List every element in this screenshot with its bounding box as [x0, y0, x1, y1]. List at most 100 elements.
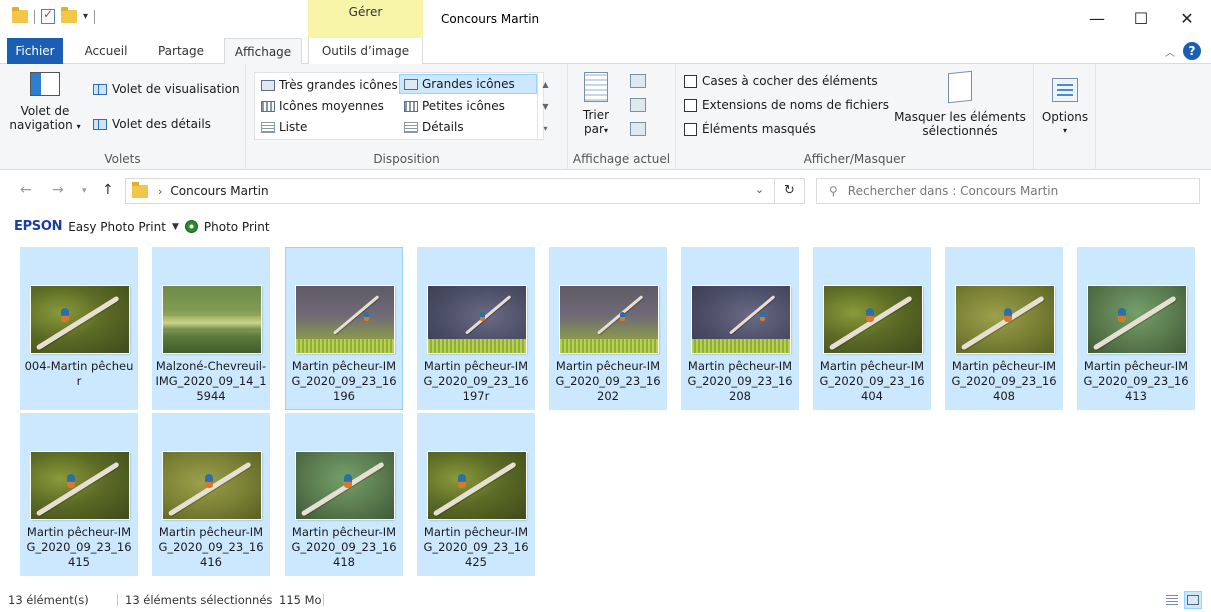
- file-item[interactable]: Martin pêcheur-IMG_2020_09_23_16415: [20, 413, 138, 576]
- layout-gallery-scroll[interactable]: ▲ ▼ ▾: [537, 73, 553, 139]
- breadcrumb-current[interactable]: Concours Martin: [170, 184, 268, 198]
- kingfisher-shape: [620, 312, 625, 321]
- file-item[interactable]: 004-Martin pêcheur: [20, 247, 138, 410]
- address-bar[interactable]: › Concours Martin ⌄ ↻: [125, 178, 805, 204]
- scroll-up-icon[interactable]: ▲: [542, 80, 548, 89]
- small-icons-icon: [404, 100, 418, 112]
- file-item[interactable]: Martin pêcheur-IMG_2020_09_23_16408: [945, 247, 1063, 410]
- close-button[interactable]: ✕: [1164, 0, 1210, 38]
- hide-selected-button[interactable]: Masquer les éléments sélectionnés: [890, 70, 1030, 138]
- layout-list[interactable]: Liste: [257, 117, 311, 137]
- group-panes-label: Volets: [104, 152, 141, 166]
- search-input[interactable]: ⚲ Rechercher dans : Concours Martin: [816, 178, 1200, 204]
- kingfisher-shape: [458, 474, 466, 488]
- easy-photo-print-button[interactable]: Easy Photo Print: [68, 220, 166, 234]
- tab-share[interactable]: Partage: [146, 38, 216, 64]
- file-item[interactable]: Martin pêcheur-IMG_2020_09_23_16416: [152, 413, 270, 576]
- preview-pane-button[interactable]: Volet de visualisation: [93, 82, 240, 96]
- file-extensions-option[interactable]: Extensions de noms de fichiers: [684, 98, 889, 112]
- help-icon[interactable]: ?: [1183, 42, 1201, 60]
- tab-view[interactable]: Affichage: [224, 38, 302, 65]
- branch-shape: [432, 461, 517, 517]
- maximize-button[interactable]: ☐: [1118, 0, 1164, 38]
- properties-icon[interactable]: [41, 7, 55, 24]
- image-thumbnail: [296, 286, 394, 353]
- epson-logo: EPSON: [14, 219, 63, 234]
- file-item[interactable]: Martin pêcheur-IMG_2020_09_23_16202: [549, 247, 667, 410]
- add-columns-icon[interactable]: [630, 98, 646, 112]
- file-name: Martin pêcheur-IMG_2020_09_23_16413: [1083, 359, 1189, 403]
- layout-extra-large-icons[interactable]: Très grandes icônes: [257, 75, 402, 95]
- hidden-items-label: Éléments masqués: [702, 122, 816, 136]
- group-by-icon[interactable]: [630, 74, 646, 88]
- refresh-icon[interactable]: ↻: [774, 179, 804, 203]
- address-dropdown-icon[interactable]: ⌄: [755, 183, 764, 196]
- details-view-button[interactable]: [1163, 591, 1181, 609]
- photo-print-button[interactable]: Photo Print: [204, 220, 270, 234]
- large-icons-view-icon: [1187, 595, 1199, 605]
- tab-file[interactable]: Fichier: [7, 38, 63, 64]
- file-explorer-window: ▾ Gérer Concours Martin — ☐ ✕ Fichier Ac…: [0, 0, 1211, 612]
- options-button[interactable]: Options ▾: [1038, 78, 1092, 138]
- file-item[interactable]: Martin pêcheur-IMG_2020_09_23_16418: [285, 413, 403, 576]
- size-columns-icon[interactable]: [630, 122, 646, 136]
- file-extensions-checkbox[interactable]: [684, 98, 697, 112]
- grass-shape: [296, 339, 394, 353]
- new-folder-icon[interactable]: [61, 7, 77, 23]
- image-thumbnail: [31, 286, 129, 353]
- navigation-pane-button[interactable]: Volet de navigation ▾: [6, 72, 84, 134]
- file-item[interactable]: Martin pêcheur-IMG_2020_09_23_16196: [285, 247, 403, 410]
- layout-details[interactable]: Détails: [400, 117, 468, 137]
- qat-separator: [94, 9, 96, 24]
- status-bar: 13 élément(s) 13 éléments sélectionnés 1…: [0, 588, 1211, 612]
- item-checkboxes-option[interactable]: Cases à cocher des éléments: [684, 74, 878, 88]
- grass-shape: [560, 339, 658, 353]
- hidden-items-option[interactable]: Éléments masqués: [684, 122, 816, 136]
- tab-manage[interactable]: Gérer: [308, 0, 423, 38]
- up-arrow-icon[interactable]: ↑: [102, 182, 114, 198]
- layout-small-icons[interactable]: Petites icônes: [400, 96, 509, 116]
- layout-medium-icons[interactable]: Icônes moyennes: [257, 96, 388, 116]
- preview-pane-icon: [93, 83, 107, 95]
- file-item[interactable]: Malzoné-Chevreuil-IMG_2020_09_14_15944: [152, 247, 270, 410]
- branch-shape: [1092, 295, 1177, 351]
- file-item[interactable]: Martin pêcheur-IMG_2020_09_23_16413: [1077, 247, 1195, 410]
- navigation-pane-label-2: navigation: [9, 118, 73, 132]
- kingfisher-shape: [760, 312, 765, 321]
- file-item[interactable]: Martin pêcheur-IMG_2020_09_23_16404: [813, 247, 931, 410]
- hide-selected-label: Masquer les éléments: [894, 110, 1026, 124]
- options-label: Options: [1041, 110, 1089, 124]
- expand-gallery-icon[interactable]: ▾: [543, 124, 547, 133]
- sort-by-button[interactable]: Trier par▾: [576, 72, 616, 138]
- item-checkboxes-checkbox[interactable]: [684, 74, 697, 88]
- photo-print-icon[interactable]: [184, 220, 198, 233]
- tab-home[interactable]: Accueil: [72, 38, 140, 64]
- layout-list-label: Liste: [279, 120, 308, 134]
- branch-shape: [167, 461, 252, 517]
- recent-locations-icon[interactable]: ▾: [82, 186, 87, 196]
- minimize-button[interactable]: —: [1074, 0, 1120, 38]
- ribbon-tabs: Fichier Accueil Partage Affichage Outils…: [0, 38, 1211, 65]
- tab-image-tools[interactable]: Outils d’image: [308, 38, 423, 64]
- easy-photo-print-dropdown-icon[interactable]: ▼: [172, 222, 179, 232]
- hidden-items-checkbox[interactable]: [684, 122, 697, 136]
- large-icons-view-button[interactable]: [1184, 591, 1202, 609]
- hide-selected-icon: [948, 70, 972, 104]
- branch-shape: [300, 461, 385, 517]
- customize-qat-icon[interactable]: ▾: [83, 11, 88, 22]
- file-name: Martin pêcheur-IMG_2020_09_23_16197r: [423, 359, 529, 403]
- back-arrow-icon[interactable]: ←: [20, 182, 32, 198]
- breadcrumb-chevron-icon[interactable]: ›: [158, 185, 162, 198]
- file-item[interactable]: Martin pêcheur-IMG_2020_09_23_16197r: [417, 247, 535, 410]
- scroll-down-icon[interactable]: ▼: [542, 102, 548, 111]
- group-panes: Volet de navigation ▾ Volet de visualisa…: [0, 64, 246, 170]
- details-pane-button[interactable]: Volet des détails: [93, 117, 211, 131]
- file-item[interactable]: Martin pêcheur-IMG_2020_09_23_16208: [681, 247, 799, 410]
- collapse-ribbon-icon[interactable]: ︿: [1165, 44, 1175, 59]
- file-item[interactable]: Martin pêcheur-IMG_2020_09_23_16425: [417, 413, 535, 576]
- kingfisher-shape: [480, 312, 485, 321]
- layout-large-icons[interactable]: Grandes icônes: [399, 74, 537, 94]
- forward-arrow-icon[interactable]: →: [52, 182, 64, 198]
- epson-toolbar: EPSON Easy Photo Print ▼ Photo Print: [14, 219, 270, 234]
- branch-shape: [729, 295, 776, 335]
